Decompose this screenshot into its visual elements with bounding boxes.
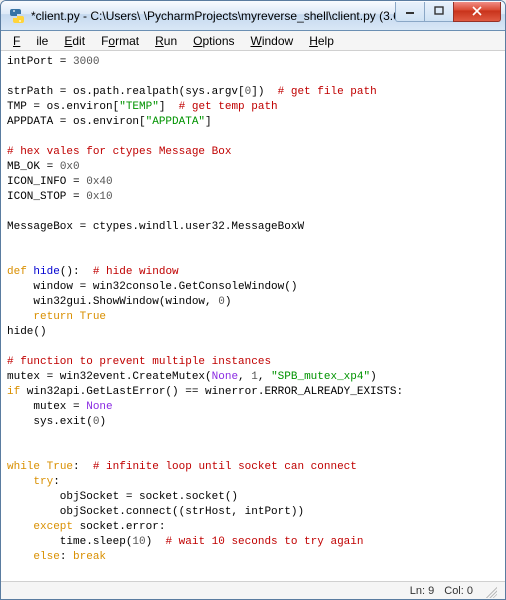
titlebar[interactable]: *client.py - C:\Users\ \PycharmProjects\… — [1, 1, 505, 31]
menubar: File Edit Format Run Options Window Help — [1, 31, 505, 51]
app-window: *client.py - C:\Users\ \PycharmProjects\… — [0, 0, 506, 600]
close-button[interactable] — [453, 2, 501, 22]
menu-help[interactable]: Help — [301, 32, 342, 50]
menu-run[interactable]: Run — [147, 32, 185, 50]
window-title: *client.py - C:\Users\ \PycharmProjects\… — [31, 9, 396, 23]
status-col: Col: 0 — [444, 585, 473, 597]
statusbar: Ln: 9 Col: 0 — [1, 581, 505, 599]
minimize-icon — [405, 6, 415, 16]
minimize-button[interactable] — [395, 2, 425, 22]
menu-file[interactable]: File — [5, 32, 56, 50]
resize-grip-icon[interactable] — [483, 584, 497, 598]
status-line: Ln: 9 — [410, 585, 434, 597]
menu-format[interactable]: Format — [93, 32, 147, 50]
menu-options[interactable]: Options — [185, 32, 242, 50]
code-editor[interactable]: intPort = 3000 strPath = os.path.realpat… — [1, 51, 505, 581]
maximize-button[interactable] — [424, 2, 454, 22]
close-icon — [471, 6, 483, 16]
menu-edit[interactable]: Edit — [56, 32, 93, 50]
window-controls — [396, 2, 505, 22]
menu-window[interactable]: Window — [243, 32, 302, 50]
idle-icon — [9, 8, 25, 24]
maximize-icon — [434, 6, 444, 16]
